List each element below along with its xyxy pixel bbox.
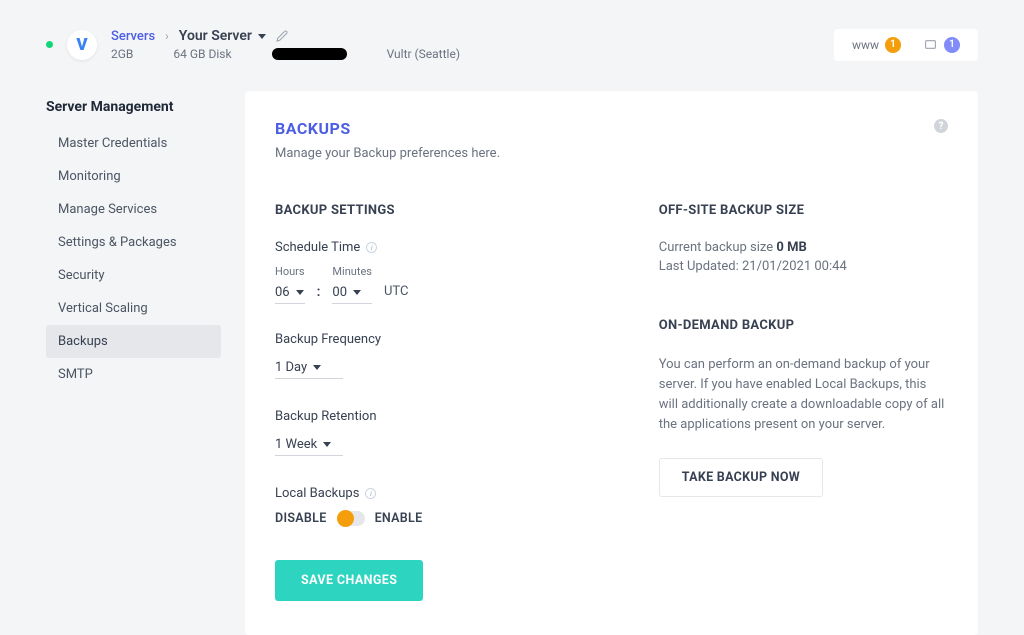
- backup-settings-heading: BACKUP SETTINGS: [275, 203, 579, 218]
- save-changes-button[interactable]: SAVE CHANGES: [275, 560, 423, 601]
- backup-size-value: 0 MB: [776, 240, 806, 255]
- apps-count: 1: [944, 37, 960, 53]
- frequency-select[interactable]: 1 Day: [275, 357, 343, 379]
- apps-badge[interactable]: 1: [923, 37, 960, 53]
- app-badge-container: www 1 1: [834, 29, 978, 61]
- backup-card: BACKUPS Manage your Backup preferences h…: [245, 91, 978, 635]
- ondemand-heading: ON-DEMAND BACKUP: [659, 318, 948, 333]
- schedule-time-label: Schedule Time i: [275, 240, 579, 255]
- www-count: 1: [885, 37, 901, 53]
- enable-label: ENABLE: [375, 511, 423, 526]
- frequency-label: Backup Frequency: [275, 332, 579, 347]
- breadcrumb: Servers › Your Server 2GB 64 GB Disk Vul…: [111, 28, 460, 61]
- server-disk: 64 GB Disk: [173, 47, 231, 61]
- retention-label: Backup Retention: [275, 409, 579, 424]
- take-backup-button[interactable]: TAKE BACKUP NOW: [659, 458, 823, 497]
- page-subtitle: Manage your Backup preferences here.: [275, 146, 500, 161]
- topbar: V Servers › Your Server 2GB 64 GB Disk V…: [0, 0, 1024, 75]
- sidebar-item-manage-services[interactable]: Manage Services: [46, 193, 221, 226]
- sidebar: Server Management Master Credentials Mon…: [46, 91, 221, 635]
- local-backups-toggle[interactable]: [337, 511, 365, 526]
- folder-icon: [923, 38, 938, 51]
- offsite-heading: OFF-SITE BACKUP SIZE: [659, 203, 948, 218]
- info-icon[interactable]: i: [365, 488, 376, 499]
- sidebar-item-settings-packages[interactable]: Settings & Packages: [46, 226, 221, 259]
- chevron-down-icon: [258, 34, 266, 39]
- chevron-down-icon: [296, 290, 304, 295]
- hours-label: Hours: [275, 265, 305, 278]
- sidebar-item-master-credentials[interactable]: Master Credentials: [46, 127, 221, 160]
- page-title: BACKUPS: [275, 119, 500, 138]
- www-label: www: [852, 38, 879, 52]
- ondemand-description: You can perform an on-demand backup of y…: [659, 355, 948, 436]
- sidebar-item-monitoring[interactable]: Monitoring: [46, 160, 221, 193]
- chevron-down-icon: [353, 290, 361, 295]
- edit-icon[interactable]: [276, 30, 288, 42]
- breadcrumb-current-label: Your Server: [179, 28, 252, 44]
- server-provider: Vultr (Seattle): [387, 47, 460, 61]
- retention-select[interactable]: 1 Week: [275, 434, 343, 456]
- help-icon[interactable]: ?: [934, 119, 948, 133]
- sidebar-item-security[interactable]: Security: [46, 259, 221, 292]
- right-column: OFF-SITE BACKUP SIZE Current backup size…: [659, 203, 948, 601]
- sidebar-item-smtp[interactable]: SMTP: [46, 358, 221, 391]
- local-backups-label: Local Backups i: [275, 486, 579, 501]
- sidebar-item-vertical-scaling[interactable]: Vertical Scaling: [46, 292, 221, 325]
- current-backup-size: Current backup size 0 MB: [659, 240, 948, 255]
- chevron-down-icon: [313, 365, 321, 370]
- breadcrumb-current[interactable]: Your Server: [179, 28, 266, 44]
- disable-label: DISABLE: [275, 511, 327, 526]
- chevron-down-icon: [323, 442, 331, 447]
- server-status-indicator: [46, 41, 53, 48]
- last-updated: Last Updated: 21/01/2021 00:44: [659, 259, 948, 274]
- chevron-right-icon: ›: [165, 29, 169, 43]
- www-badge[interactable]: www 1: [852, 37, 901, 53]
- timezone-label: UTC: [384, 284, 408, 304]
- minutes-select[interactable]: 00: [332, 282, 372, 304]
- hours-select[interactable]: 06: [275, 282, 305, 304]
- breadcrumb-root[interactable]: Servers: [111, 29, 155, 44]
- minutes-label: Minutes: [332, 265, 372, 278]
- server-ram: 2GB: [111, 47, 133, 61]
- provider-logo: V: [67, 30, 97, 60]
- server-ip-redacted: [272, 48, 347, 60]
- sidebar-title: Server Management: [46, 91, 221, 127]
- backup-settings-column: BACKUP SETTINGS Schedule Time i Hours 06…: [275, 203, 579, 601]
- info-icon[interactable]: i: [366, 242, 377, 253]
- sidebar-item-backups[interactable]: Backups: [46, 325, 221, 358]
- time-colon: :: [317, 284, 321, 304]
